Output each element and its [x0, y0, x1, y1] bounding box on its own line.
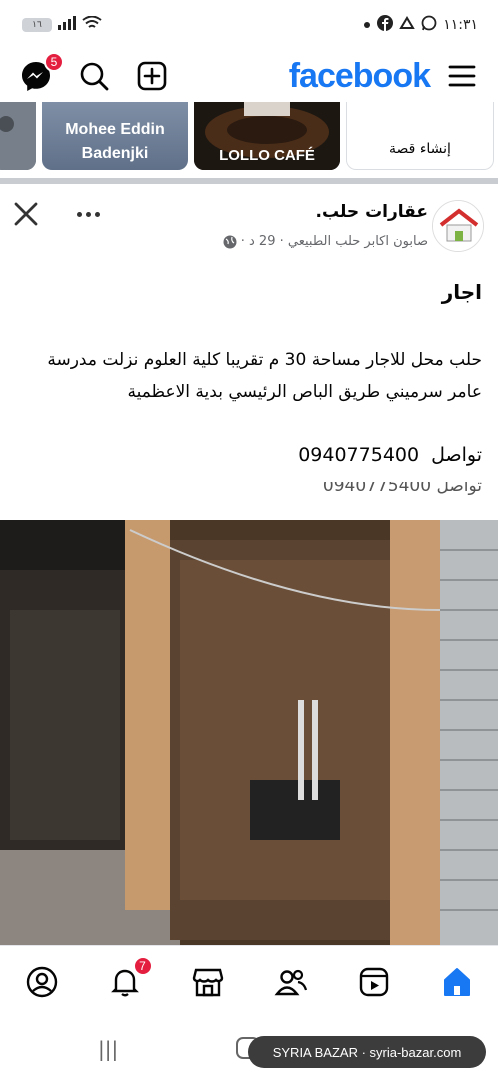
story-thumbnail [0, 102, 36, 170]
home-icon [443, 967, 470, 996]
cropped-text: تواصل 0940775400 [322, 482, 482, 496]
more-options-button[interactable] [70, 198, 106, 230]
shop-front-image [0, 520, 498, 945]
messenger-button[interactable]: 5 [18, 52, 64, 94]
contact-phone-link[interactable]: 0940775400 [298, 444, 419, 466]
feed-divider [0, 178, 498, 184]
story-name: LOLLO CAFÉ [219, 147, 315, 164]
nav-video[interactable] [352, 960, 396, 1004]
messenger-badge: 5 [44, 52, 64, 72]
more-dots-icon [76, 211, 82, 217]
app-bar-brand: facebook [289, 57, 480, 96]
post-title: اجار [441, 280, 482, 304]
contact-label: تواصل [431, 444, 482, 466]
story-card-partial[interactable] [0, 102, 36, 170]
signal-icon [58, 16, 76, 34]
post-photo[interactable] [0, 520, 498, 945]
post-meta: صابون اكابر حلب الطبيعي · 29 د · [223, 234, 428, 249]
nav-marketplace[interactable] [186, 960, 230, 1004]
page-avatar[interactable] [432, 200, 484, 252]
story-name: Mohee Eddin Badenjki [65, 121, 165, 162]
nav-profile[interactable] [20, 960, 64, 1004]
status-right: ١١:٣١ [363, 15, 478, 35]
clock-time: ١١:٣١ [443, 17, 478, 33]
post-body-text: حلب محل للاجار مساحة 30 م تقريبا كلية ال… [47, 350, 482, 402]
whatsapp-icon [421, 15, 437, 35]
video-icon [359, 967, 388, 996]
facebook-logo: facebook [288, 56, 431, 95]
close-icon [14, 202, 38, 226]
battery-icon: ١٦ [22, 18, 52, 32]
nav-friends[interactable] [269, 960, 313, 1004]
more-dot [85, 211, 91, 217]
profile-icon [26, 966, 57, 997]
menu-button[interactable] [444, 58, 480, 94]
hide-post-button[interactable] [10, 198, 42, 230]
page-name-link[interactable]: عقارات حلب. [316, 202, 429, 222]
create-story-label: إنشاء قصة [389, 141, 451, 157]
watermark: SYRIA BAZAR · syria-bazar.com [248, 1036, 486, 1068]
post-header: عقارات حلب. صابون اكابر حلب الطبيعي · 29… [0, 190, 498, 262]
notifications-badge: 7 [132, 955, 153, 976]
status-bar: ١٦ ١١:٣١ [0, 0, 498, 50]
search-icon [80, 62, 109, 91]
recent-apps-icon[interactable]: ||| [98, 1037, 118, 1061]
wifi-icon [82, 15, 102, 34]
page-logo-image [433, 201, 483, 251]
friends-icon [274, 969, 307, 995]
nav-notifications[interactable]: 7 [103, 955, 153, 1004]
facebook-notify-icon [377, 15, 394, 35]
create-button[interactable] [134, 58, 170, 94]
app-bar-actions: 5 [18, 52, 170, 94]
post-meta-text: صابون اكابر حلب الطبيعي · 29 د · [240, 234, 428, 249]
more-dot [94, 211, 100, 217]
globe-icon [223, 235, 237, 248]
status-left: ١٦ [22, 15, 102, 34]
create-plus-icon [137, 61, 167, 91]
post-contact: تواصل 0940775400 [298, 444, 482, 466]
search-button[interactable] [76, 58, 112, 94]
marketplace-icon [192, 968, 223, 996]
nav-home[interactable] [435, 960, 479, 1004]
story-card-mohee[interactable]: Mohee Eddin Badenjki [42, 102, 188, 170]
app-notify-icon [399, 15, 415, 35]
dot-icon [363, 17, 371, 33]
menu-icon [448, 65, 476, 87]
story-card-lollo[interactable]: LOLLO CAFÉ [194, 102, 340, 170]
stories-tray: Mohee Eddin Badenjki LOLLO CAFÉ إنشاء قص… [0, 102, 498, 174]
bottom-nav: 7 [0, 945, 498, 1017]
app-bar: 5 facebook [0, 50, 498, 102]
create-story-card[interactable]: إنشاء قصة [346, 102, 494, 170]
